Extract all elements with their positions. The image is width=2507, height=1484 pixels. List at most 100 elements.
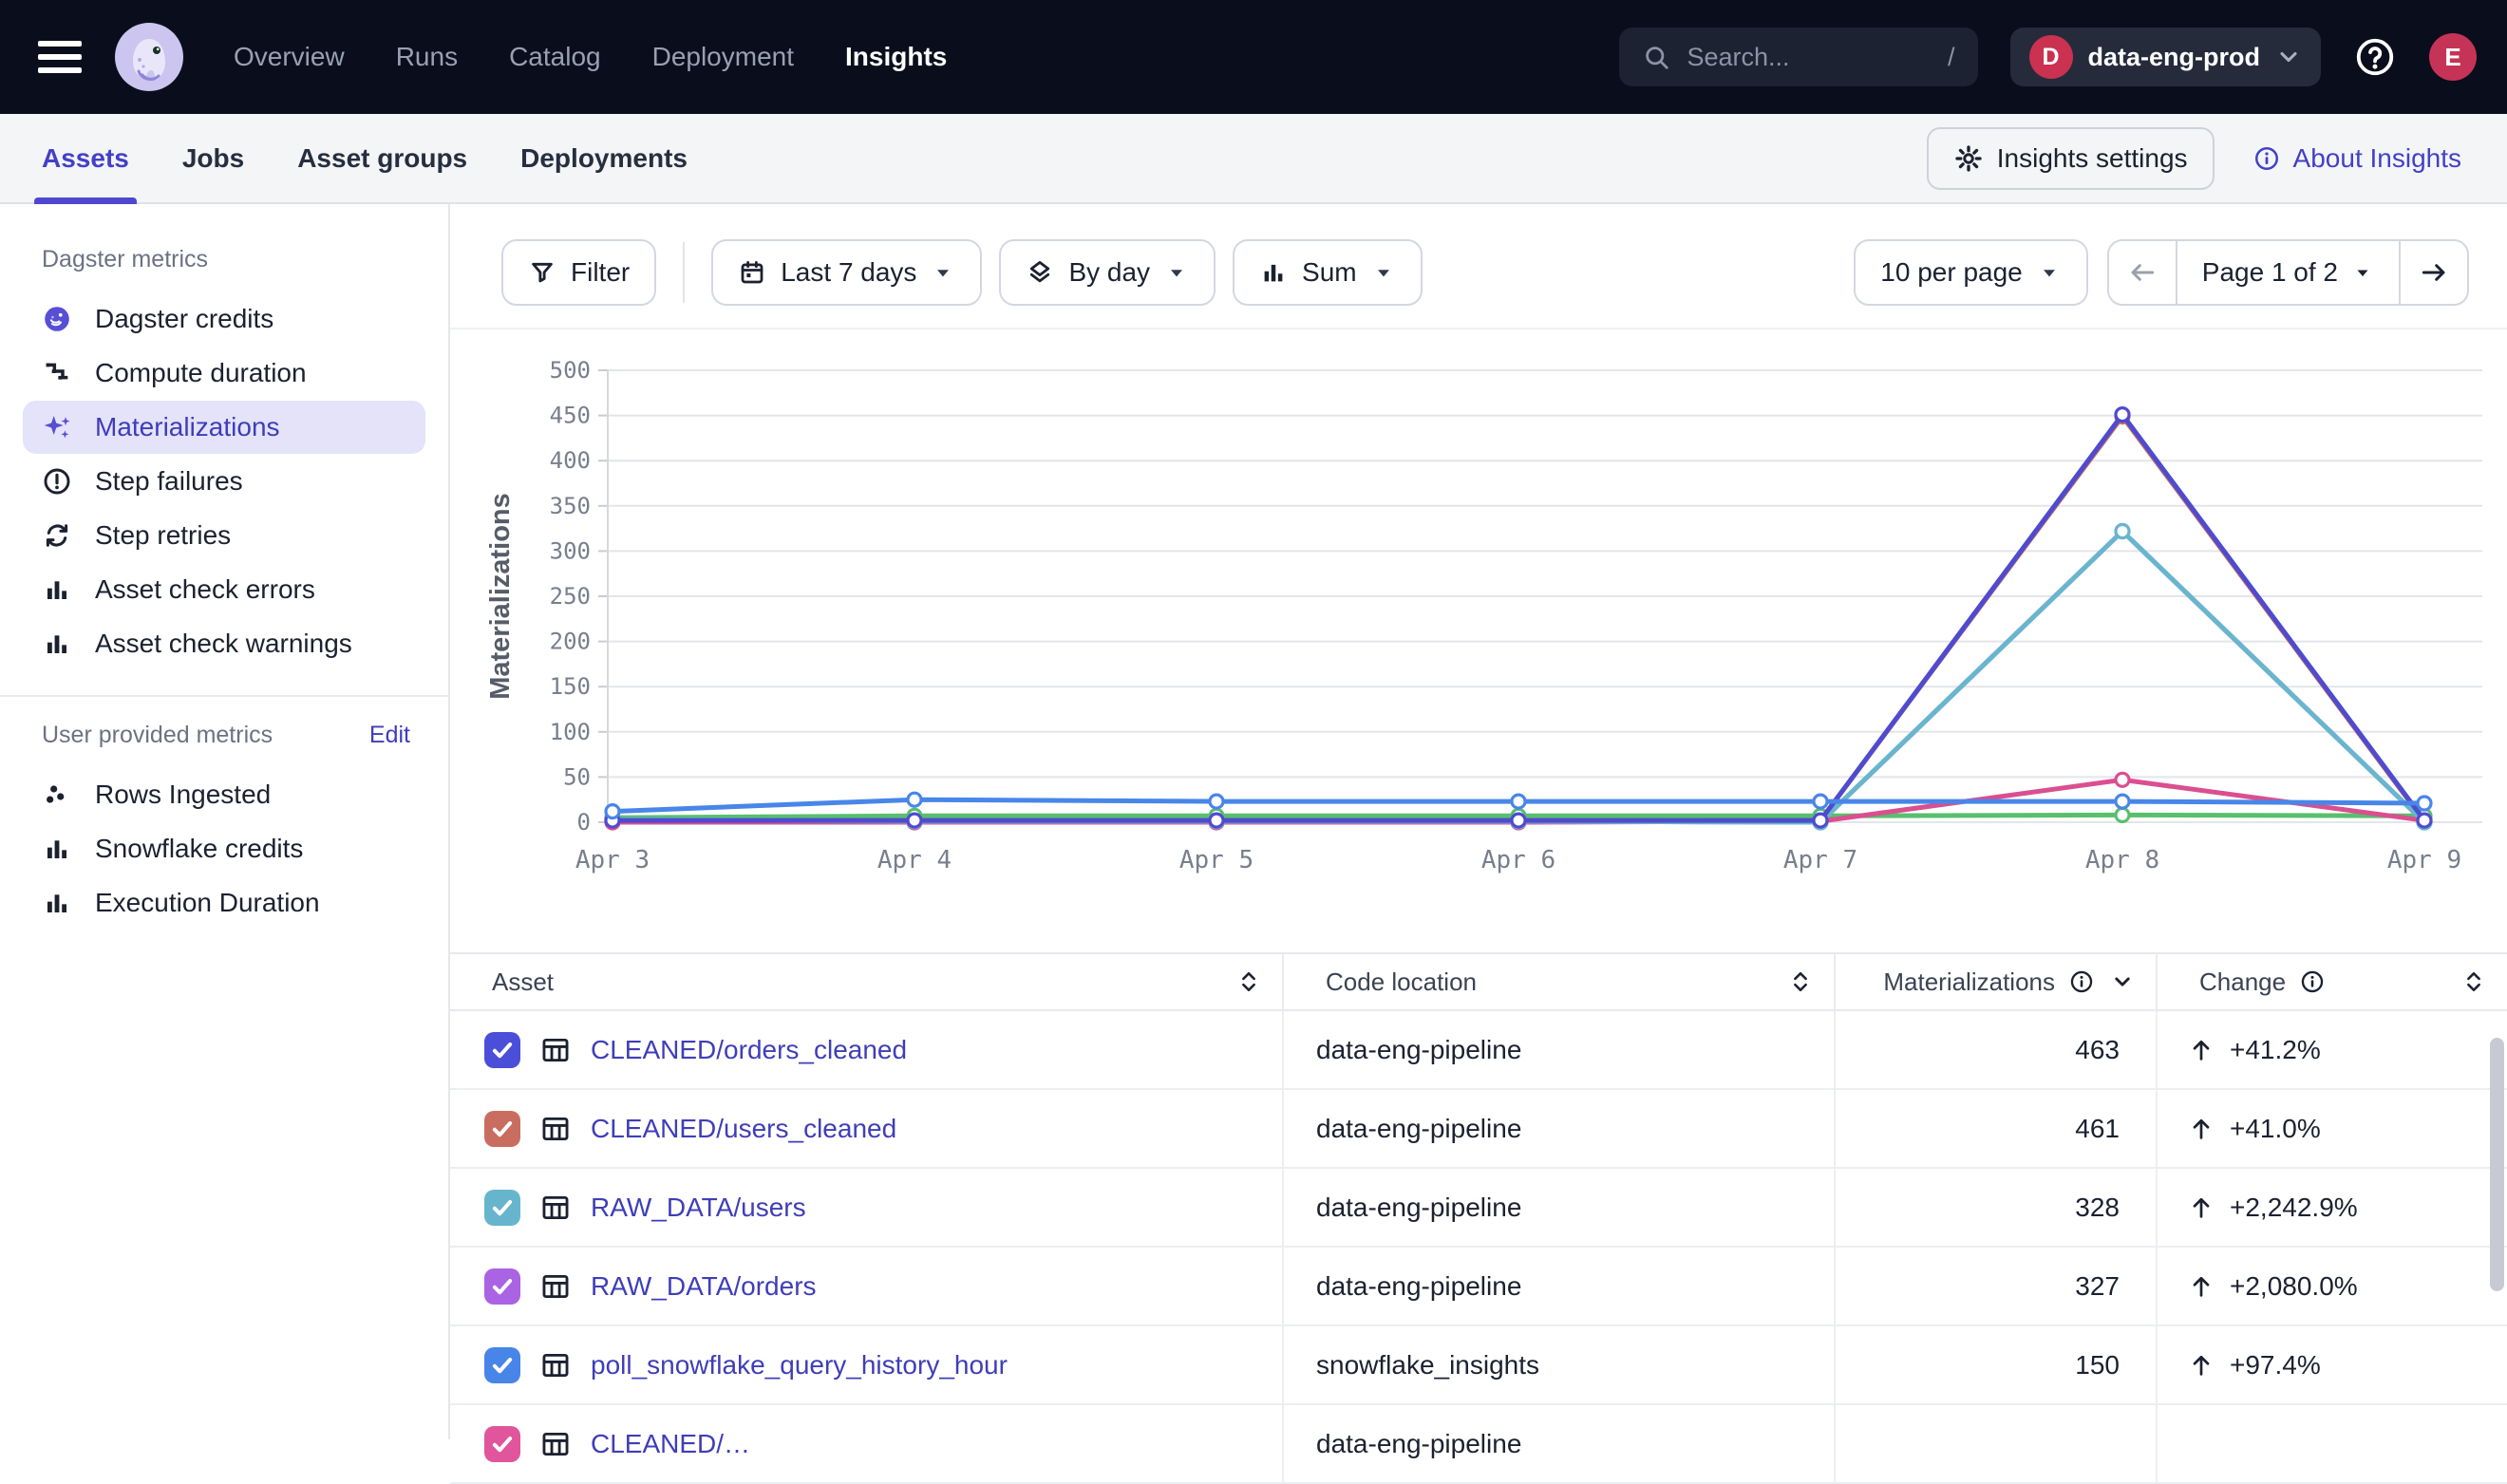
filter-button[interactable]: Filter [501, 239, 656, 306]
edit-metrics-link[interactable]: Edit [369, 722, 410, 749]
sidebar-section-title: User provided metricsEdit [42, 722, 410, 749]
materializations-value: 150 [2075, 1350, 2120, 1381]
table-asset-icon [539, 1349, 572, 1381]
asset-link[interactable]: CLEANED/orders_cleaned [591, 1035, 907, 1065]
dagster-logo-icon[interactable] [114, 22, 184, 92]
retry-icon [42, 520, 72, 551]
caret-down-icon [1371, 260, 1396, 285]
next-page-button[interactable] [2401, 241, 2467, 304]
series-checkbox[interactable] [484, 1111, 520, 1147]
nav-item-catalog[interactable]: Catalog [509, 42, 601, 72]
sidebar-item-compute-duration[interactable]: Compute duration [23, 347, 425, 400]
caret-down-icon [2037, 260, 2062, 285]
series-checkbox[interactable] [484, 1190, 520, 1226]
sidebar-item-step-failures[interactable]: Step failures [23, 455, 425, 508]
svg-text:Apr 3: Apr 3 [575, 846, 650, 874]
column-header-asset[interactable]: Asset [450, 954, 1284, 1009]
sidebar-item-materializations[interactable]: Materializations [23, 401, 425, 454]
column-header-materializations[interactable]: Materializations [1836, 954, 2158, 1009]
sidebar-item-label: Asset check warnings [95, 629, 352, 659]
sidebar-item-asset-check-warnings[interactable]: Asset check warnings [23, 617, 425, 670]
sidebar-item-dagster-credits[interactable]: Dagster credits [23, 292, 425, 346]
primary-nav: Overview Runs Catalog Deployment Insights [234, 42, 947, 72]
assets-table: Asset Code locationMaterializations Change… [450, 952, 2507, 1484]
help-icon[interactable] [2353, 35, 2397, 79]
asset-link[interactable]: RAW_DATA/users [591, 1193, 806, 1223]
series-checkbox[interactable] [484, 1032, 520, 1068]
sidebar-item-snowflake-credits[interactable]: Snowflake credits [23, 822, 425, 875]
info-icon[interactable] [2068, 968, 2095, 995]
bars-icon [42, 574, 72, 605]
column-header-change[interactable]: Change [2158, 954, 2507, 1009]
info-icon[interactable] [2299, 968, 2326, 995]
arrow-up-icon [2188, 1352, 2215, 1379]
sidebar-divider [0, 695, 448, 697]
user-avatar[interactable]: E [2429, 33, 2477, 81]
sidebar-item-label: Dagster credits [95, 304, 273, 334]
sort-toggle-icon[interactable] [2460, 967, 2488, 996]
per-page-dropdown[interactable]: 10 per page [1854, 239, 2087, 306]
granularity-dropdown[interactable]: By day [999, 239, 1216, 306]
table-row: RAW_DATA/ordersdata-eng-pipeline327+2,08… [450, 1248, 2507, 1326]
materializations-value: 327 [2075, 1271, 2120, 1302]
nav-item-insights[interactable]: Insights [845, 42, 947, 72]
nav-item-overview[interactable]: Overview [234, 42, 345, 72]
search-icon [1642, 43, 1670, 71]
tab-deployments[interactable]: Deployments [520, 114, 688, 202]
insights-settings-button[interactable]: Insights settings [1927, 127, 2215, 190]
sidebar-item-execution-duration[interactable]: Execution Duration [23, 876, 425, 930]
sidebar-item-label: Compute duration [95, 358, 307, 388]
nav-item-deployment[interactable]: Deployment [652, 42, 794, 72]
aggregation-dropdown[interactable]: Sum [1233, 239, 1423, 306]
sort-descending-icon[interactable] [2108, 967, 2137, 996]
caret-down-icon [2351, 261, 2374, 284]
sidebar-item-step-retries[interactable]: Step retries [23, 509, 425, 562]
page-select-dropdown[interactable]: Page 1 of 2 [2176, 241, 2401, 304]
column-label: Asset [492, 967, 554, 997]
asset-link[interactable]: CLEANED/… [591, 1429, 750, 1459]
deployment-switcher[interactable]: D data-eng-prod [2010, 28, 2322, 86]
bar-chart-icon [1259, 258, 1288, 287]
layers-icon [1026, 258, 1054, 287]
sort-toggle-icon[interactable] [1786, 967, 1815, 996]
bars-icon [42, 834, 72, 864]
materializations-value: 463 [2075, 1035, 2120, 1065]
column-label: Change [2199, 967, 2286, 997]
series-checkbox[interactable] [484, 1268, 520, 1305]
asset-link[interactable]: CLEANED/users_cleaned [591, 1114, 896, 1144]
sidebar-item-label: Asset check errors [95, 574, 315, 605]
tab-jobs[interactable]: Jobs [182, 114, 244, 202]
hamburger-menu-icon[interactable] [38, 41, 82, 73]
table-scrollbar-thumb[interactable] [2490, 1038, 2504, 1291]
svg-text:500: 500 [550, 357, 591, 384]
nav-item-runs[interactable]: Runs [396, 42, 458, 72]
sparkle-icon [42, 412, 72, 442]
previous-page-button[interactable] [2109, 241, 2176, 304]
search-input[interactable]: Search... / [1619, 28, 1978, 86]
tab-asset-groups[interactable]: Asset groups [297, 114, 467, 202]
dagster-icon [42, 304, 72, 334]
asset-link[interactable]: poll_snowflake_query_history_hour [591, 1350, 1008, 1381]
table-row: poll_snowflake_query_history_hour snowfla… [450, 1326, 2507, 1405]
date-range-dropdown[interactable]: Last 7 days [711, 239, 982, 306]
series-checkbox[interactable] [484, 1426, 520, 1462]
sort-toggle-icon[interactable] [1235, 967, 1263, 996]
arrow-right-icon [2419, 257, 2449, 288]
series-checkbox[interactable] [484, 1347, 520, 1383]
column-header-code-location[interactable]: Code location [1284, 954, 1836, 1009]
svg-text:Apr 8: Apr 8 [2085, 846, 2159, 874]
code-location: snowflake_insights [1316, 1350, 1539, 1381]
sidebar-item-label: Materializations [95, 412, 280, 442]
metrics-sidebar: Dagster metricsDagster creditsCompute du… [0, 204, 450, 1439]
svg-text:450: 450 [550, 403, 591, 429]
about-insights-link[interactable]: About Insights [2253, 143, 2461, 174]
arrow-up-icon [2188, 1194, 2215, 1221]
toolbar-divider [683, 242, 685, 303]
tab-assets[interactable]: Assets [42, 114, 129, 202]
asset-link[interactable]: RAW_DATA/orders [591, 1271, 817, 1302]
code-location: data-eng-pipeline [1316, 1271, 1521, 1302]
sidebar-item-asset-check-errors[interactable]: Asset check errors [23, 563, 425, 616]
sidebar-item-rows-ingested[interactable]: Rows Ingested [23, 768, 425, 821]
pagination-control: Page 1 of 2 [2107, 239, 2469, 306]
deployment-name: data-eng-prod [2088, 43, 2261, 72]
